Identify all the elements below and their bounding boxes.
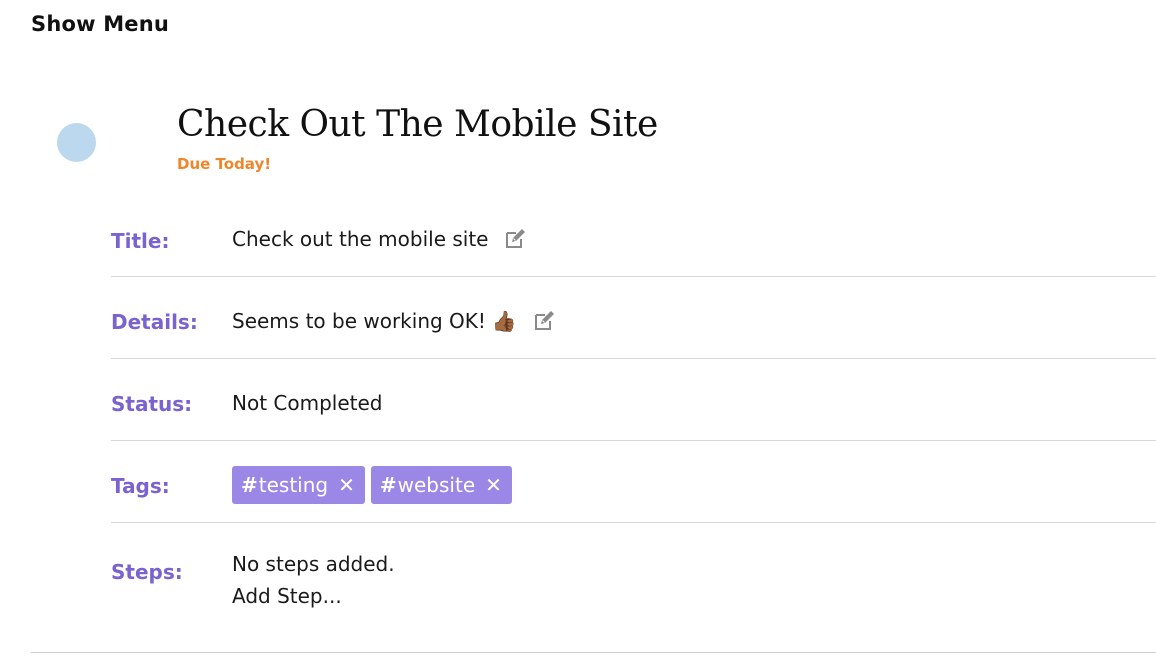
title-label: Title: xyxy=(111,229,170,253)
hash-icon: # xyxy=(241,473,258,497)
add-step-button[interactable]: Add Step... xyxy=(232,580,395,612)
show-menu-button[interactable]: Show Menu xyxy=(31,12,169,36)
details-label: Details: xyxy=(111,310,198,334)
edit-icon[interactable] xyxy=(533,310,555,332)
hash-icon: # xyxy=(379,473,397,497)
steps-content: No steps added. Add Step... xyxy=(232,548,395,612)
steps-label: Steps: xyxy=(111,560,183,584)
tags-label: Tags: xyxy=(111,474,170,498)
tags-list: # testing ✕ # website ✕ xyxy=(232,466,518,504)
thumbs-up-icon: 👍🏾 xyxy=(491,309,517,333)
details-row: Details: Seems to be working OK! 👍🏾 xyxy=(111,277,1156,359)
task-status-circle[interactable] xyxy=(57,123,96,162)
remove-tag-icon[interactable]: ✕ xyxy=(485,473,502,497)
status-row: Status: Not Completed xyxy=(111,359,1156,441)
status-label: Status: xyxy=(111,392,193,416)
steps-row: Steps: No steps added. Add Step... xyxy=(111,523,1156,623)
tag-chip[interactable]: # website ✕ xyxy=(370,466,512,504)
no-steps-text: No steps added. xyxy=(232,552,395,576)
tags-row: Tags: # testing ✕ # website ✕ xyxy=(111,441,1156,523)
details-value: Seems to be working OK! xyxy=(232,309,486,333)
edit-icon[interactable] xyxy=(504,228,526,250)
title-value-container: Check out the mobile site xyxy=(232,227,526,251)
status-value: Not Completed xyxy=(232,391,383,415)
remove-tag-icon[interactable]: ✕ xyxy=(338,473,355,497)
title-row: Title: Check out the mobile site xyxy=(111,196,1156,277)
title-value: Check out the mobile site xyxy=(232,227,489,251)
page-title: Check Out The Mobile Site xyxy=(177,104,658,145)
tag-label: website xyxy=(397,473,476,497)
tag-chip[interactable]: # testing ✕ xyxy=(232,466,365,504)
tag-label: testing xyxy=(258,473,329,497)
due-date-label: Due Today! xyxy=(177,155,272,173)
divider xyxy=(31,652,1156,653)
details-value-container: Seems to be working OK! 👍🏾 xyxy=(232,309,555,333)
